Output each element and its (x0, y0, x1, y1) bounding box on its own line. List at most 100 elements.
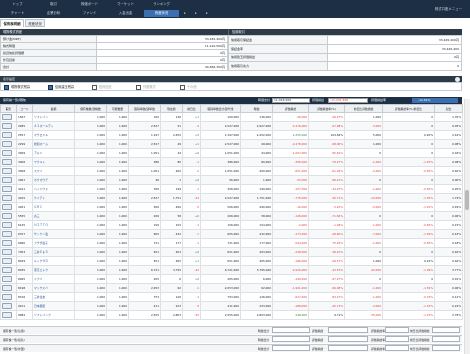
trade-button[interactable] (2, 266, 12, 273)
trade-button[interactable] (2, 293, 12, 300)
trade-button[interactable] (2, 140, 12, 147)
table-row[interactable]: 4051 ＧＲＣ 1,000 1,000 506 490 -5 506,000 490,000-… (0, 202, 463, 212)
table-row[interactable]: 8095 イナバ 1,000 1,000 205 6 +0 205,000 6,000 -199,… (0, 274, 463, 284)
trade-button[interactable] (2, 248, 12, 255)
table-row[interactable]: 3009 アメニ 1,000 1,000 1,051 44 +0 1,051,000 44,00… (0, 148, 463, 158)
table-row[interactable]: 9101 日本郵船 1,000 1,000 411 223 -3 411,000 223,000… (0, 301, 463, 311)
trade-button[interactable] (2, 275, 12, 282)
cell-name[interactable]: 三井Ｅ＆Ｓ (32, 247, 75, 257)
cell-name[interactable]: ヤクルト (32, 157, 75, 167)
cell-name[interactable]: ケイアイ (32, 193, 75, 203)
nav-item-5[interactable]: チャート (0, 10, 35, 17)
nav-item-8[interactable]: 入金出金 (108, 10, 143, 17)
column-header[interactable]: 前日比 (182, 104, 201, 113)
filter-option[interactable]: その他 (180, 84, 197, 90)
nav-item-9[interactable]: 資産状況 (144, 10, 179, 17)
table-row[interactable]: 8035 東京エレク 1,000 1,000 6,721 3,795 -42 6,721,00… (0, 265, 463, 275)
nav-arrow-icon[interactable]: ▸ (191, 10, 201, 17)
trade-button[interactable] (2, 113, 12, 120)
column-header[interactable]: 評価損益率(%)前日比 (382, 104, 435, 113)
trade-button[interactable] (2, 302, 12, 309)
nav-arrow-icon[interactable]: ▸ (180, 10, 190, 17)
nav-item-3[interactable]: マーケット (108, 1, 143, 8)
cell-name[interactable]: マックスバ (32, 283, 75, 293)
table-row[interactable]: 2485 ＡＩホールディ 1,000 1,000 2,527 51 -3 2,527,000 2… (0, 121, 463, 131)
checkbox-icon[interactable] (136, 84, 141, 90)
cell-name[interactable]: ヘッドウォ (32, 184, 75, 194)
table-row[interactable]: 7003 三井Ｅ＆Ｓ 1,000 1,000 651 403 +0 651,000 403,00… (0, 247, 463, 257)
column-header[interactable]: 可能数量 (106, 104, 129, 113)
table-row[interactable]: 3006 ヤクルト 1,000 1,000 386 80 -1 386,000 80,000 -3… (0, 157, 463, 167)
trade-button[interactable] (2, 122, 12, 129)
table-row[interactable]: 3067 ホクオウテ 1,000 1,000 56 1 +0 56,000 1,000 -55,0… (0, 175, 463, 185)
filter-option[interactable]: 現物株式残高 (4, 84, 30, 90)
cell-name[interactable]: イナバ (32, 274, 75, 284)
cell-name[interactable]: 総和ホーム (32, 139, 75, 149)
checkbox-icon[interactable] (92, 84, 97, 90)
table-row[interactable]: 8029 ルックＨＤ 1,000 1,000 651 465 +1 651,000 465,00… (0, 256, 463, 266)
cell-name[interactable]: ＡＩホールディ (32, 121, 75, 131)
nav-item-4[interactable]: ランキング (144, 1, 179, 8)
cell-name[interactable]: ＮＩＴＴＯ (32, 220, 75, 230)
table-row[interactable]: 4011 ヘッドウォ 1,000 1,000 306 199 -1 306,000 199,00… (0, 184, 463, 194)
trade-button[interactable] (2, 149, 12, 156)
cell-name[interactable]: 東京エレク (32, 265, 75, 275)
table-row[interactable]: 2557 マクロミル 1,000 1,000 1,197 2,452 +5 1,197,000… (0, 130, 463, 140)
table-row[interactable]: 9984 ソフトバンク 1,000 1,000 2,555 2,803 -35 2,555,0… (0, 310, 463, 320)
filter-option[interactable]: 外国株式 (136, 84, 156, 90)
table-row[interactable]: 2299 総和ホーム 1,000 1,000 2,527 49 +1 2,527,000 49,… (0, 139, 463, 149)
page-scrollbar[interactable] (464, 99, 470, 354)
trade-button[interactable] (2, 284, 12, 291)
cell-name[interactable]: フクダ電子 (32, 238, 75, 248)
nav-item-6[interactable]: 企業分析 (36, 10, 71, 17)
trade-button[interactable] (2, 176, 12, 183)
trade-button[interactable] (2, 131, 12, 138)
trade-button[interactable] (2, 239, 12, 246)
trade-button[interactable] (2, 230, 12, 237)
filter-option[interactable]: 投資信託 (92, 84, 112, 90)
column-header[interactable]: 評価損益率(%) (308, 104, 345, 113)
cell-name[interactable]: ソフトバン (32, 112, 75, 122)
column-header[interactable]: コード (16, 104, 33, 113)
table-row[interactable]: 1567 ソフトバン 1,000 1,000 100 136 +1 100,000 136,00… (0, 112, 463, 122)
table-row[interactable]: 8316 三井住友 1,000 1,000 753 126 -1 753,000 126,000… (0, 292, 463, 302)
trade-button[interactable] (2, 212, 12, 219)
column-header[interactable]: 銘柄 (32, 104, 75, 113)
column-header[interactable]: 取引 (0, 104, 17, 113)
nav-item-1[interactable]: 取引 (36, 1, 71, 8)
trade-button[interactable] (2, 158, 12, 165)
nav-item-7[interactable]: ファンド (72, 10, 107, 17)
nav-item-2[interactable]: 株価ボード (72, 1, 107, 8)
cell-name[interactable]: 三井住友 (32, 292, 75, 302)
cell-name[interactable]: ホクオウテ (32, 175, 75, 185)
cell-name[interactable]: ＧＲＣ (32, 202, 75, 212)
column-header[interactable]: 保有株数/建株数 (74, 104, 107, 113)
column-header[interactable]: 前日比評価損益 (344, 104, 383, 113)
trade-button[interactable] (2, 167, 12, 174)
trade-button[interactable] (2, 185, 12, 192)
cell-name[interactable]: 丸三 (32, 211, 75, 221)
column-header[interactable]: 評価損益 (272, 104, 309, 113)
cell-name[interactable]: アメニ (32, 148, 75, 158)
table-row[interactable]: 3008 スワイ 1,000 1,000 1,051 400 -2 1,051,000 400,… (0, 166, 463, 176)
table-row[interactable]: 5555 丸三 1,000 1,000 206 58 +0 206,000 58,000 -148… (0, 211, 463, 221)
trade-button[interactable] (2, 311, 12, 318)
trade-button[interactable] (2, 203, 12, 210)
checkbox-icon[interactable] (180, 84, 185, 90)
nav-item-0[interactable]: トップ (0, 1, 35, 8)
table-row[interactable]: 8198 マックスバ 1,000 1,000 2,053 62 -1 2,053,000 62,… (0, 283, 463, 293)
cell-name[interactable]: ソフトバンク (32, 310, 75, 320)
cell-name[interactable]: ルックＨＤ (32, 256, 75, 266)
column-header[interactable]: 取得単価合計/建代金 (200, 104, 241, 113)
trade-button[interactable] (2, 194, 12, 201)
filter-option[interactable]: 信用建玉残高 (48, 84, 74, 90)
column-header[interactable]: 割合 (434, 104, 463, 113)
column-header[interactable]: 現在値 (160, 104, 183, 113)
tab-assets[interactable]: 資産状況 (25, 19, 45, 27)
tab-holdings[interactable]: 保有株明細 (0, 19, 24, 27)
column-header[interactable]: 時価 (240, 104, 273, 113)
table-row[interactable]: 4015 ケイアイ 1,000 1,000 2,527 1,751 -24 2,527,000… (0, 193, 463, 203)
table-row[interactable]: 6960 フクダ電子 1,000 1,000 721 177 -1 721,000 177,00… (0, 238, 463, 248)
nav-arrow-icon[interactable]: ▸ (202, 10, 212, 17)
scrollbar-thumb[interactable] (465, 190, 469, 210)
